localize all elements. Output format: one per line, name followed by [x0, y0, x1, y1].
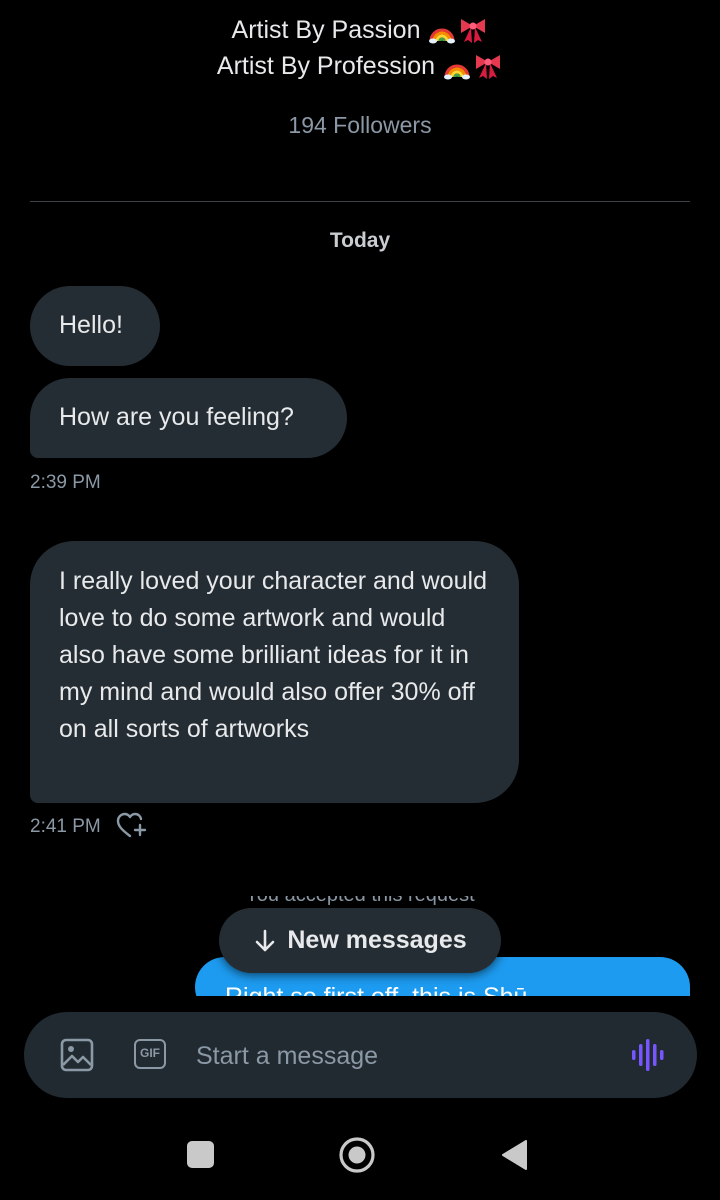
voice-message-icon[interactable]	[630, 1037, 670, 1073]
bio-text-2: Artist By Profession	[216, 52, 436, 80]
bio-line-1: Artist By Passion	[0, 12, 720, 48]
bio-text-1: Artist By Passion	[231, 16, 421, 44]
profile-bio: Artist By Passion Artist By Profession	[0, 12, 720, 84]
rainbow-icon	[444, 64, 471, 80]
message-timestamp: 2:39 PM	[30, 472, 101, 493]
ribbon-icon	[476, 55, 501, 79]
divider	[30, 201, 690, 202]
bio-emojis-2	[443, 52, 503, 80]
message-bubble-incoming[interactable]: I really loved your character and would …	[30, 541, 519, 803]
new-messages-label: New messages	[287, 926, 467, 954]
recents-button[interactable]	[187, 1141, 214, 1168]
followers-count[interactable]: 194 Followers	[0, 112, 720, 139]
back-button[interactable]	[500, 1139, 528, 1171]
message-composer: GIF	[24, 1012, 697, 1098]
arrow-down-icon	[256, 929, 275, 951]
day-separator: Today	[329, 229, 391, 252]
bio-line-2: Artist By Profession	[0, 48, 720, 84]
image-icon[interactable]	[60, 1038, 94, 1072]
message-bubble-incoming[interactable]: Hello!	[30, 286, 160, 366]
gif-button[interactable]: GIF	[134, 1039, 166, 1069]
bio-emojis-1	[428, 16, 488, 44]
ribbon-icon	[461, 19, 486, 43]
rainbow-icon	[429, 28, 456, 44]
message-input[interactable]	[194, 1034, 588, 1078]
message-timestamp: 2:41 PM	[30, 816, 101, 837]
home-button[interactable]	[338, 1136, 376, 1174]
system-nav-bar	[0, 1110, 720, 1200]
message-bubble-incoming[interactable]: How are you feeling?	[30, 378, 347, 458]
heart-plus-icon[interactable]	[116, 811, 148, 841]
new-messages-button[interactable]: New messages	[219, 908, 501, 973]
